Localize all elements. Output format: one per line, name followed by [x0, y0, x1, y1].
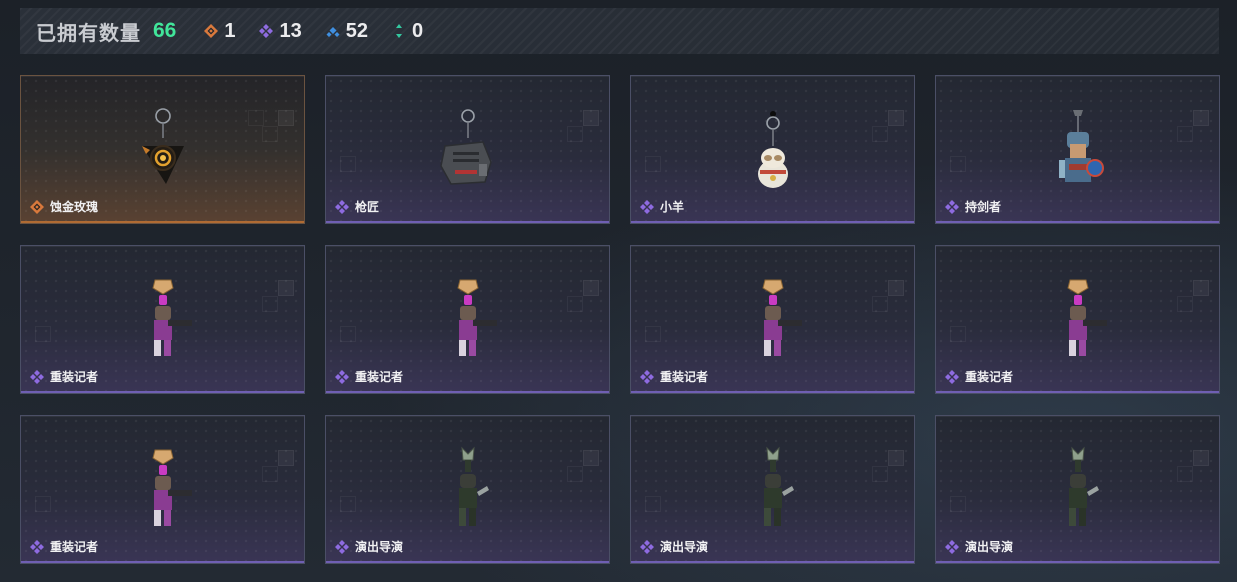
- green-count: 0: [392, 20, 423, 43]
- card-label: 重装记者: [335, 368, 403, 385]
- card-label: 重装记者: [640, 368, 708, 385]
- card-label: 持剑者: [945, 198, 1001, 215]
- blue-count-value: 52: [345, 19, 368, 42]
- collection-card[interactable]: 重装记者: [20, 415, 305, 564]
- card-label: 小羊: [640, 198, 684, 215]
- collection-card[interactable]: 蚀金玫瑰: [20, 75, 305, 224]
- purple-diamond-icon: [945, 369, 959, 384]
- orange-diamond-icon: [30, 199, 44, 214]
- collection-card[interactable]: 演出导演: [935, 415, 1220, 564]
- purple-diamond-icon: [30, 539, 44, 554]
- purple-count-value: 13: [279, 19, 302, 42]
- purple-diamond-icon: [259, 24, 274, 38]
- collection-card[interactable]: 重装记者: [630, 245, 915, 394]
- card-name: 重装记者: [50, 370, 99, 384]
- card-label: 演出导演: [945, 538, 1013, 555]
- card-name: 重装记者: [965, 370, 1014, 384]
- collection-card[interactable]: 重装记者: [935, 245, 1220, 394]
- card-label: 重装记者: [30, 368, 98, 385]
- heavy-reporter-keychain-image: [456, 279, 497, 356]
- purple-diamond-icon: [30, 369, 44, 384]
- card-name: 演出导演: [355, 540, 404, 554]
- orange-count-value: 1: [224, 19, 236, 42]
- collection-card[interactable]: 演出导演: [325, 415, 610, 564]
- purple-diamond-icon: [335, 539, 349, 554]
- owned-count-title: 已拥有数量: [36, 22, 141, 45]
- purple-diamond-icon: [640, 539, 654, 554]
- collection-card[interactable]: 重装记者: [325, 245, 610, 394]
- show-director-keychain-image: [458, 446, 489, 526]
- owned-summary-bar: 已拥有数量 66 1 13 52 0: [20, 8, 1219, 54]
- purple-diamond-icon: [640, 199, 654, 214]
- collection-card[interactable]: 持剑者: [935, 75, 1220, 224]
- green-arrows-icon: [395, 24, 402, 38]
- orange-count: 1: [204, 20, 235, 43]
- card-name: 演出导演: [660, 540, 709, 554]
- card-label: 枪匠: [335, 198, 379, 215]
- golden-rose-keychain-image: [141, 108, 184, 184]
- purple-diamond-icon: [945, 199, 959, 214]
- heavy-reporter-keychain-image: [151, 279, 192, 356]
- purple-diamond-icon: [640, 369, 654, 384]
- card-name: 重装记者: [50, 540, 99, 554]
- heavy-reporter-keychain-image: [151, 449, 192, 526]
- purple-diamond-icon: [945, 539, 959, 554]
- show-director-keychain-image: [1068, 446, 1099, 526]
- swordbearer-keychain-image: [1058, 110, 1104, 182]
- card-name: 枪匠: [355, 200, 380, 214]
- card-name: 小羊: [660, 200, 685, 214]
- collection-card[interactable]: 小羊: [630, 75, 915, 224]
- purple-diamond-icon: [335, 369, 349, 384]
- card-name: 蚀金玫瑰: [50, 200, 99, 214]
- card-name: 重装记者: [660, 370, 709, 384]
- orange-diamond-icon: [204, 24, 219, 38]
- owned-total: 66: [153, 19, 177, 42]
- card-name: 演出导演: [965, 540, 1014, 554]
- collection-card[interactable]: 枪匠: [325, 75, 610, 224]
- heavy-reporter-keychain-image: [761, 279, 802, 356]
- purple-diamond-icon: [335, 199, 349, 214]
- card-label: 重装记者: [30, 538, 98, 555]
- collection-card[interactable]: 演出导演: [630, 415, 915, 564]
- card-label: 演出导演: [335, 538, 403, 555]
- purple-count: 13: [259, 19, 302, 43]
- card-name: 重装记者: [355, 370, 404, 384]
- green-count-value: 0: [411, 19, 424, 42]
- show-director-keychain-image: [763, 446, 794, 526]
- blue-count: 52: [326, 20, 368, 43]
- blue-diamond-icon: [326, 27, 340, 37]
- card-label: 演出导演: [640, 538, 708, 555]
- card-label: 蚀金玫瑰: [30, 198, 98, 215]
- heavy-reporter-keychain-image: [1066, 279, 1107, 356]
- card-name: 持剑者: [965, 200, 1002, 214]
- collection-card[interactable]: 重装记者: [20, 245, 305, 394]
- gunsmith-keychain-image: [439, 109, 492, 185]
- card-label: 重装记者: [945, 368, 1013, 385]
- lamb-keychain-image: [757, 111, 788, 188]
